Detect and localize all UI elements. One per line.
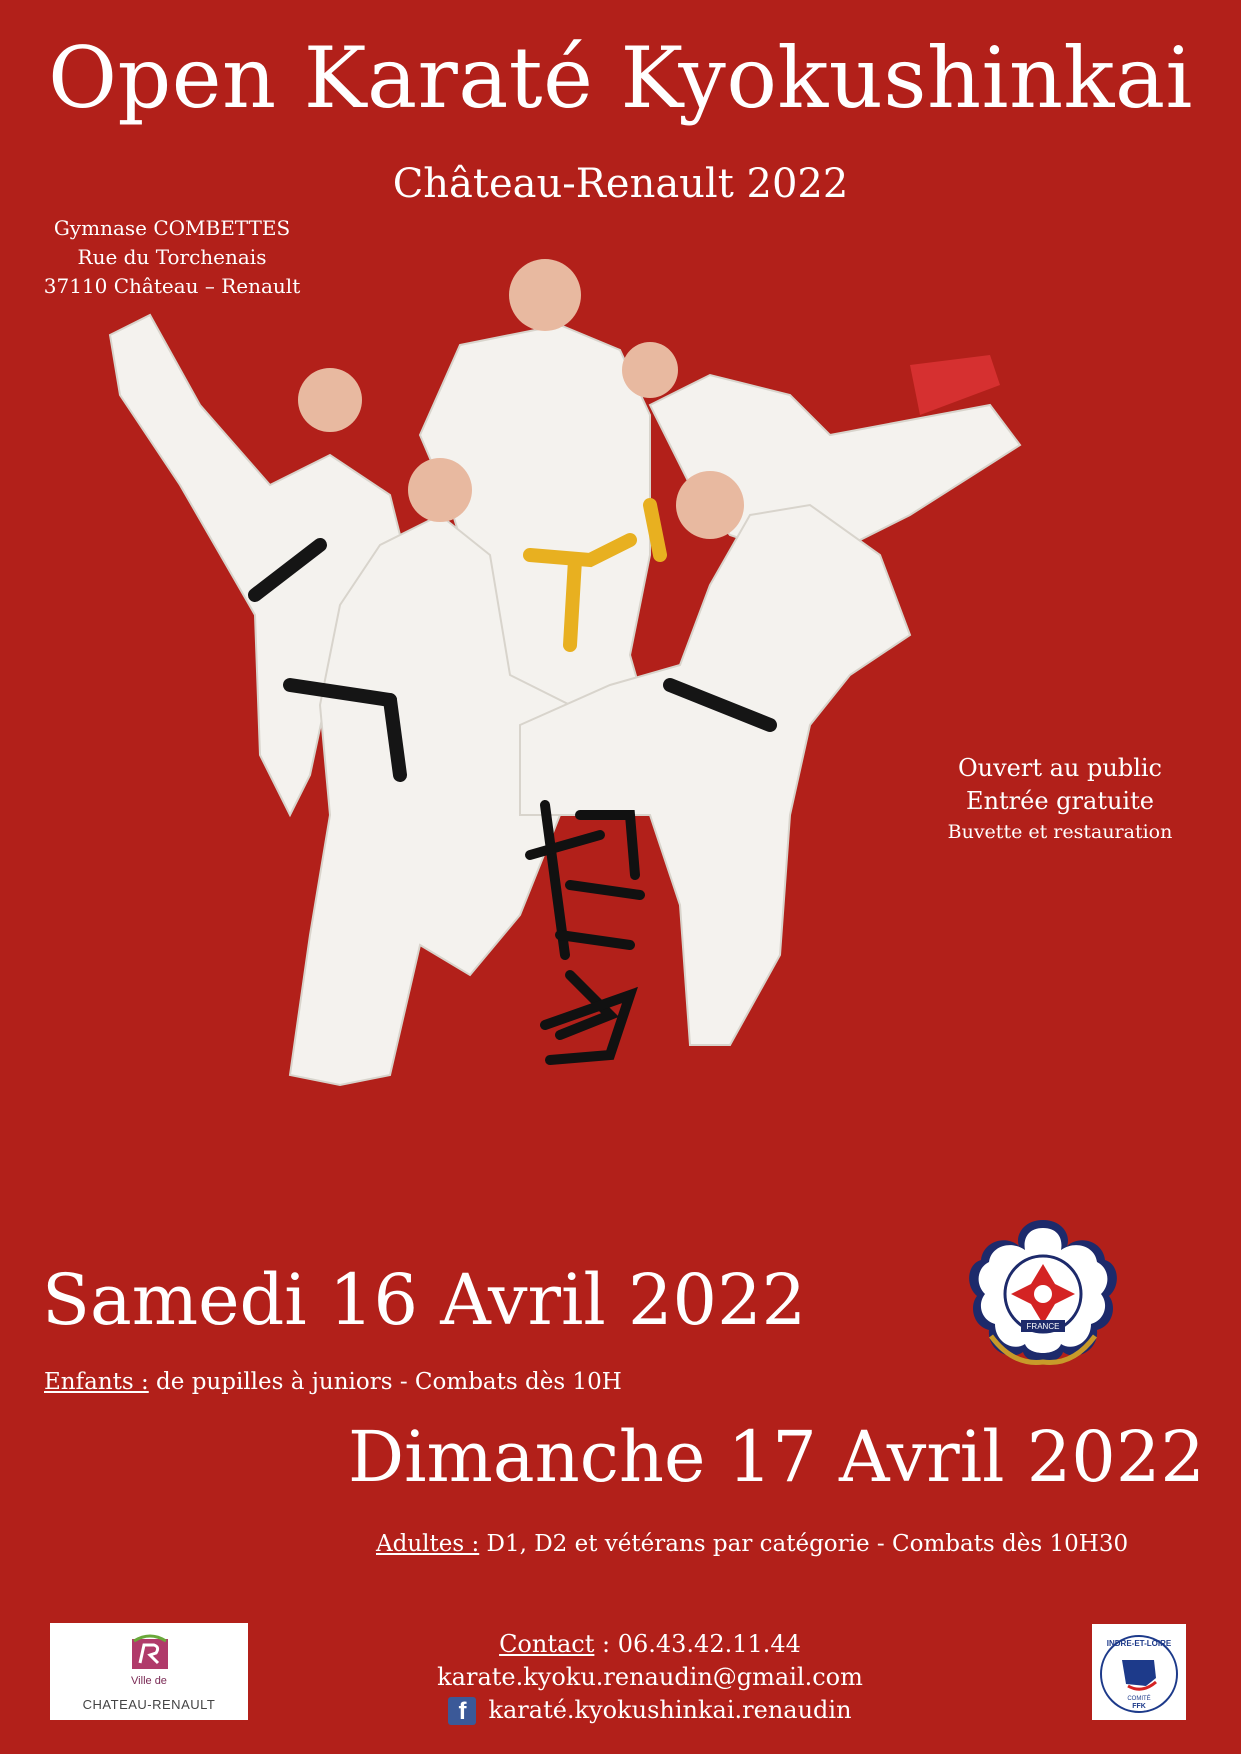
saturday-category-label: Enfants : bbox=[44, 1369, 149, 1395]
sunday-category-text: D1, D2 et vétérans par catégorie - Comba… bbox=[479, 1531, 1129, 1557]
ffk-bottom-text: COMITÉ bbox=[1127, 1695, 1150, 1702]
saturday-date: Samedi 16 Avril 2022 bbox=[42, 1259, 807, 1341]
ffk-indre-et-loire-logo: INDRE-ET-LOIRE COMITÉ FFK bbox=[1092, 1624, 1186, 1720]
head-front-left bbox=[408, 458, 472, 522]
facebook-icon: f bbox=[448, 1696, 477, 1725]
karate-fighters-illustration bbox=[108, 259, 1022, 1087]
contact-block: Contact : 06.43.42.11.44 karate.kyoku.re… bbox=[380, 1628, 920, 1728]
ffk-name-text: FFK bbox=[1132, 1703, 1146, 1710]
head-woman bbox=[622, 342, 678, 398]
ville-chateau-renault-logo: Ville de CHATEAU-RENAULT bbox=[50, 1623, 248, 1720]
saturday-details: Enfants : de pupilles à juniors - Combat… bbox=[44, 1367, 622, 1397]
event-subtitle: Château-Renault 2022 bbox=[392, 161, 849, 207]
head-front-right bbox=[676, 471, 744, 539]
head-center-man bbox=[509, 259, 581, 331]
sunday-category-label: Adultes : bbox=[376, 1531, 480, 1557]
free-entry: Entrée gratuite bbox=[966, 787, 1154, 815]
ville-emblem-icon bbox=[132, 1634, 168, 1669]
belt-black-front-left-tail bbox=[383, 693, 407, 782]
contact-phone[interactable]: : 06.43.42.11.44 bbox=[594, 1630, 801, 1658]
sunday-details: Adultes : D1, D2 et vétérans par catégor… bbox=[376, 1529, 1128, 1559]
belt-yellow-woman bbox=[643, 498, 667, 562]
sunday-date: Dimanche 17 Avril 2022 bbox=[348, 1416, 1205, 1498]
belt-yellow-center-tail bbox=[563, 553, 582, 652]
kyokushin-kanji-calligraphy bbox=[525, 800, 645, 1065]
iku-france-text: FRANCE bbox=[1027, 1322, 1060, 1331]
iku-france-logo: FRANCE bbox=[969, 1220, 1117, 1365]
ville-name-text: CHATEAU-RENAULT bbox=[82, 1697, 216, 1712]
ville-small-text: Ville de bbox=[131, 1675, 167, 1687]
contact-email[interactable]: karate.kyoku.renaudin@gmail.com bbox=[380, 1661, 920, 1694]
address-line-1: Gymnase COMBETTES bbox=[53, 216, 291, 240]
contact-label: Contact bbox=[499, 1630, 595, 1658]
saturday-category-text: de pupilles à juniors - Combats dès 10H bbox=[148, 1369, 622, 1395]
open-to-public: Ouvert au public bbox=[957, 754, 1162, 782]
contact-facebook-row[interactable]: f karaté.kyokushinkai.renaudin bbox=[448, 1694, 852, 1727]
public-info: Ouvert au public Entrée gratuite Buvette… bbox=[930, 752, 1190, 846]
contact-phone-line: Contact : 06.43.42.11.44 bbox=[380, 1628, 920, 1661]
contact-facebook[interactable]: karaté.kyokushinkai.renaudin bbox=[488, 1694, 851, 1727]
ffk-top-text: INDRE-ET-LOIRE bbox=[1107, 1639, 1172, 1648]
head-kicking-boy bbox=[298, 368, 362, 432]
refreshments: Buvette et restauration bbox=[947, 821, 1173, 843]
event-title: Open Karaté Kyokushinkai bbox=[48, 29, 1193, 127]
iku-kanku-center bbox=[1034, 1285, 1052, 1303]
